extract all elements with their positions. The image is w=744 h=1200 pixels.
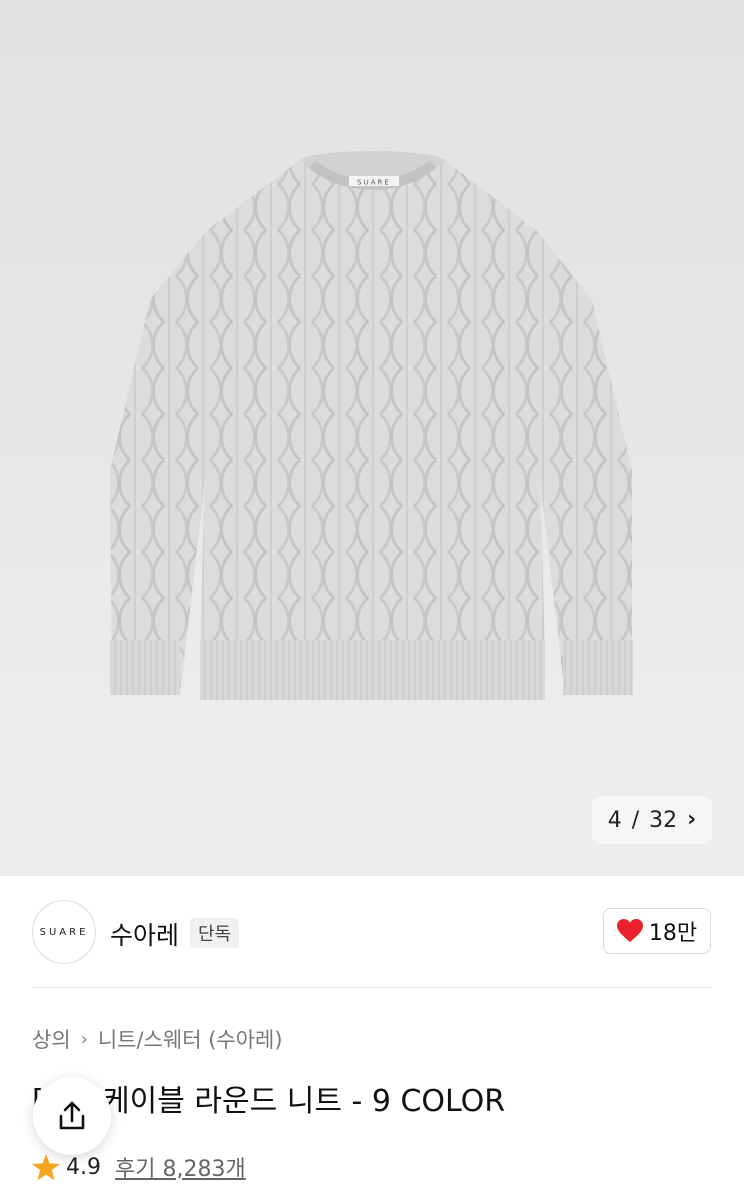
image-pager-button[interactable]: 4 / 32 › xyxy=(592,796,712,844)
like-count: 18만 xyxy=(648,921,698,946)
breadcrumb: 상의 › 니트/스웨터 (수아레) xyxy=(32,1024,283,1054)
chevron-right-icon: › xyxy=(80,1028,88,1050)
pager-separator: / xyxy=(631,807,640,833)
pager-total: 32 xyxy=(649,807,678,833)
pager-current: 4 xyxy=(607,807,622,833)
breadcrumb-item-category[interactable]: 상의 xyxy=(32,1024,71,1054)
share-button[interactable] xyxy=(33,1077,111,1155)
product-image-carousel[interactable]: SUARE 4 / 32 › xyxy=(0,0,744,876)
star-icon xyxy=(32,1153,60,1180)
like-button[interactable]: 18만 xyxy=(603,908,711,954)
rating-row: 4.9 후기 8,283개 xyxy=(32,1150,246,1184)
divider xyxy=(32,987,712,988)
reviews-link[interactable]: 후기 8,283개 xyxy=(115,1151,246,1183)
exclusive-badge: 단독 xyxy=(190,918,240,948)
brand-name-link[interactable]: 수아레 xyxy=(110,916,179,952)
garment-label: SUARE xyxy=(357,179,391,187)
chevron-right-icon: › xyxy=(687,807,697,832)
rating-score: 4.9 xyxy=(66,1154,101,1180)
brand-row: SUARE 수아레 단독 18만 xyxy=(0,876,744,988)
sweater-image: SUARE xyxy=(110,151,633,700)
share-icon xyxy=(59,1101,85,1130)
brand-logo[interactable]: SUARE xyxy=(32,900,96,964)
brand-logo-text: SUARE xyxy=(39,926,89,938)
heart-icon xyxy=(616,919,643,942)
breadcrumb-item-subcategory[interactable]: 니트/스웨터 (수아레) xyxy=(98,1024,283,1054)
